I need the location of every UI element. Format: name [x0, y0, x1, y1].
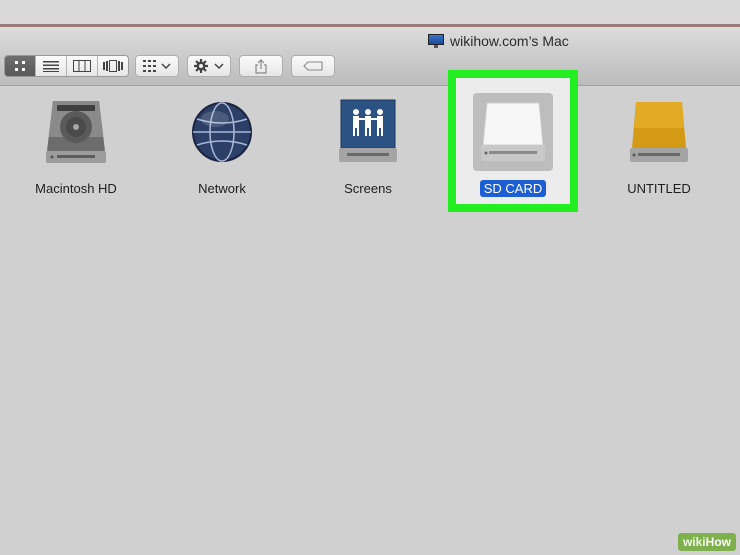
external-drive-icon: [623, 96, 695, 168]
device-network[interactable]: Network: [162, 96, 282, 197]
computer-icon: [428, 34, 444, 48]
window-title: wikihow.com’s Mac: [428, 33, 569, 49]
hard-drive-icon: [40, 96, 112, 168]
view-mode-selector[interactable]: [4, 55, 129, 77]
selection-background: [473, 93, 553, 171]
gear-icon: [194, 59, 224, 73]
icon-view-button[interactable]: [5, 56, 36, 76]
device-label: SD CARD: [479, 180, 547, 197]
watermark: wikiHow: [677, 533, 736, 551]
column-view-button[interactable]: [67, 56, 98, 76]
device-macintosh-hd[interactable]: Macintosh HD: [16, 96, 136, 197]
arrange-button[interactable]: [135, 55, 179, 77]
list-view-button[interactable]: [36, 56, 67, 76]
coverflow-view-button[interactable]: [98, 56, 128, 76]
device-label: Network: [198, 181, 246, 196]
action-button[interactable]: [187, 55, 231, 77]
device-sd-card[interactable]: SD CARD: [453, 93, 573, 197]
device-screens[interactable]: Screens: [308, 96, 428, 197]
window-title-text: wikihow.com’s Mac: [450, 33, 569, 49]
device-label: Macintosh HD: [35, 181, 117, 196]
sd-card-drive-icon: [481, 102, 545, 161]
tag-button[interactable]: [291, 55, 335, 77]
sd-card-drive-icon-wrap: [473, 93, 553, 171]
column-view-icon: [73, 60, 91, 72]
device-label: UNTITLED: [627, 181, 691, 196]
shared-screens-icon: [332, 96, 404, 168]
list-view-icon: [43, 61, 59, 72]
device-untitled[interactable]: UNTITLED: [599, 96, 719, 197]
share-button[interactable]: [239, 55, 283, 77]
icon-view-icon: [15, 61, 25, 71]
finder-toolbar: wikihow.com’s Mac: [0, 27, 740, 86]
tag-icon: [303, 61, 323, 71]
arrange-icon: [143, 60, 171, 72]
device-label: Screens: [344, 181, 392, 196]
network-globe-icon: [186, 96, 258, 168]
share-icon: [255, 58, 267, 74]
top-band: [0, 0, 740, 24]
coverflow-view-icon: [103, 60, 123, 72]
finder-content: Macintosh HD Network Screens SD CARD UNT…: [0, 70, 740, 555]
